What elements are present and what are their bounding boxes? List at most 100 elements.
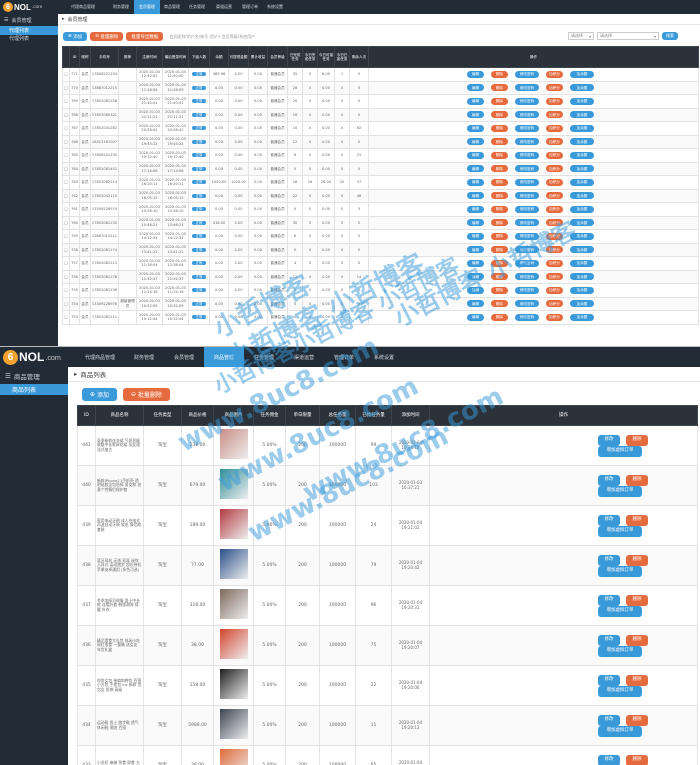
action-button-1[interactable]: 删除 <box>626 434 648 446</box>
action-button-4[interactable]: 加余额 <box>570 219 594 227</box>
action-button-1[interactable]: 删除 <box>626 514 648 526</box>
status-pill[interactable]: 正常 <box>191 193 207 198</box>
nav-item-2[interactable]: 会员管理 <box>134 0 160 14</box>
table-row[interactable]: □ 763 会员 17852082214 2020-01-03 16:20:11 2020… <box>62 175 699 190</box>
action-button-3[interactable]: 加积分 <box>546 232 563 240</box>
cell-col-0[interactable]: □ <box>62 310 70 325</box>
table-row[interactable]: 433小龙虾 麻辣 熟食 即食 大号 真空 包装 零食 特产淘宝38.00 5.0… <box>77 745 698 765</box>
action-button-1[interactable]: 删除 <box>491 84 508 92</box>
cell-col-0[interactable]: □ <box>62 269 70 284</box>
status-pill[interactable]: 正常 <box>191 274 207 279</box>
action-button-3[interactable]: 加积分 <box>546 124 563 132</box>
action-button-0[interactable]: 修改 <box>598 554 620 566</box>
action-button-2[interactable]: 增加虚拟订单 <box>598 605 642 617</box>
action-button-1[interactable]: 删除 <box>491 138 508 146</box>
action-button-2[interactable]: 修改密码 <box>515 178 539 186</box>
action-button-2[interactable]: 修改密码 <box>515 246 539 254</box>
nav-item-4[interactable]: 任务管理 <box>244 347 284 367</box>
logo[interactable]: 6 NOL .com <box>0 2 58 12</box>
action-button-0[interactable]: 修改 <box>598 594 620 606</box>
table-row[interactable]: 439 家用电动牙刷 成人充电式声波自动牙刷 软毛 情侣款 套装 淘宝 189.00 5… <box>77 505 698 546</box>
cell-col-0[interactable]: □ <box>62 161 70 176</box>
action-button-4[interactable]: 加余额 <box>570 232 594 240</box>
action-button-2[interactable]: 修改密码 <box>515 219 539 227</box>
table-row[interactable]: □ 759 会员 13887015211 2020-01-03 14:12:34 2020… <box>62 229 699 244</box>
action-button-4[interactable]: 加余额 <box>570 70 594 78</box>
nav-item-6[interactable]: 管理订单 <box>324 347 364 367</box>
table-row[interactable]: □ 754 会员 13309228976 超级管理员 2020-01-03 10:52:0… <box>62 296 699 311</box>
action-button-0[interactable]: 编辑 <box>467 138 484 146</box>
status-pill[interactable]: 正常 <box>191 112 207 117</box>
table-row[interactable]: □ 766 会员 18312161007 2020-01-03 19:45:22 2020… <box>62 134 699 149</box>
action-button-0[interactable]: 编辑 <box>467 84 484 92</box>
action-button-1[interactable]: 删除 <box>626 754 648 765</box>
table-row[interactable]: 437 冬季加厚羽绒服 男士中长款 连帽外套 韩版潮流 保暖 外衣 淘宝 318.00… <box>77 585 698 626</box>
action-button-3[interactable]: 加积分 <box>546 165 563 173</box>
table-row[interactable]: □ 768 会员 17852080321 2020-01-03 21:11:21 2020… <box>62 107 699 122</box>
cell-col-0[interactable]: □ <box>62 175 70 190</box>
action-button-3[interactable]: 加积分 <box>546 259 563 267</box>
action-button-4[interactable]: 加余额 <box>570 165 594 173</box>
action-button-4[interactable]: 加余额 <box>570 192 594 200</box>
action-button-1[interactable]: 删除 <box>491 273 508 281</box>
action-button-0[interactable]: 编辑 <box>467 313 484 321</box>
action-button-2[interactable]: 增加虚拟订单 <box>598 445 642 457</box>
action-button-3[interactable]: 加积分 <box>546 192 563 200</box>
status-pill[interactable]: 正常 <box>191 139 207 144</box>
action-button-2[interactable]: 增加虚拟订单 <box>598 645 642 657</box>
table-row[interactable]: □ 753 会员 17852081211 2020-01-03 10:12:44 2020… <box>62 310 699 325</box>
filter-select-1[interactable]: 请选择 ▾ <box>568 32 594 40</box>
action-button-2[interactable]: 增加虚拟订单 <box>598 565 642 577</box>
product-image[interactable] <box>219 629 248 660</box>
action-button-2[interactable]: 增加虚拟订单 <box>598 685 642 697</box>
sidebar-item-agent-list[interactable]: 代理列表 <box>0 35 58 44</box>
cell-col-0[interactable]: □ <box>62 215 70 230</box>
action-button-3[interactable]: 加积分 <box>546 219 563 227</box>
action-button-1[interactable]: 删除 <box>626 634 648 646</box>
table-row[interactable]: 438 蓝牙耳机 无线 双耳 迷你入耳式 运动跑步 超长待机 苹果安卓通用 (多色… <box>77 545 698 586</box>
action-button-3[interactable]: 加积分 <box>546 151 563 159</box>
nav-item-1[interactable]: 财务管理 <box>108 0 134 14</box>
action-button-2[interactable]: 修改密码 <box>515 138 539 146</box>
table-row[interactable]: □ 769 会员 17852081258 2020-01-03 21:40:41 2020… <box>62 94 699 109</box>
product-image[interactable] <box>219 669 248 700</box>
cell-col-0[interactable]: □ <box>62 202 70 217</box>
table-row[interactable]: □ 762 会员 17852042115 2020-01-03 16:05:12 2020… <box>62 188 699 203</box>
action-button-4[interactable]: 加余额 <box>570 246 594 254</box>
table-row[interactable]: 436 精品零食大礼包 休闲小吃 网红零食 一整箱 送女友 年货礼盒 淘宝 38.00… <box>77 625 698 666</box>
action-button-1[interactable]: 删除 <box>491 151 508 159</box>
action-button-0[interactable]: 编辑 <box>467 205 484 213</box>
nav-item-0[interactable]: 代理商品管理 <box>58 0 108 14</box>
action-button-4[interactable]: 加余额 <box>570 97 594 105</box>
table-row[interactable]: □ 765 会员 17856201235 2020-01-03 19:12:40 2020… <box>62 148 699 163</box>
action-button-2[interactable]: 修改密码 <box>515 300 539 308</box>
cell-col-0[interactable]: □ <box>62 256 70 271</box>
action-button-2[interactable]: 修改密码 <box>515 70 539 78</box>
cell-col-0[interactable]: □ <box>62 229 70 244</box>
cell-col-0[interactable]: □ <box>62 148 70 163</box>
action-button-0[interactable]: 编辑 <box>467 192 484 200</box>
table-row[interactable]: □ 760 会员 17852081235 2020-01-03 15:46:21 2020… <box>62 215 699 230</box>
sidebar-item-agent-list-active[interactable]: 代理列表 <box>0 26 58 35</box>
action-button-1[interactable]: 删除 <box>491 246 508 254</box>
action-button-2[interactable]: 修改密码 <box>515 124 539 132</box>
status-pill[interactable]: 正常 <box>191 247 207 252</box>
nav-item-4[interactable]: 任务管理 <box>184 0 210 14</box>
cell-col-0[interactable]: □ <box>62 242 70 257</box>
cell-col-0[interactable]: □ <box>62 121 70 136</box>
action-button-3[interactable]: 加积分 <box>546 300 563 308</box>
action-button-0[interactable]: 编辑 <box>467 259 484 267</box>
product-image[interactable] <box>219 709 248 740</box>
action-button-1[interactable]: 删除 <box>626 674 648 686</box>
action-button-2[interactable]: 增加虚拟订单 <box>598 485 642 497</box>
table-row[interactable]: □ 771 会员 17856221234 2020-01-04 12:40:02 2020… <box>62 67 699 82</box>
product-image[interactable] <box>219 429 248 460</box>
action-button-3[interactable]: 加积分 <box>546 111 563 119</box>
action-button-0[interactable]: 编辑 <box>467 178 484 186</box>
action-button-0[interactable]: 修改 <box>598 634 620 646</box>
action-button-4[interactable]: 加余额 <box>570 273 594 281</box>
action-button-2[interactable]: 修改密码 <box>515 192 539 200</box>
action-button-4[interactable]: 加余额 <box>570 138 594 146</box>
cell-col-0[interactable]: □ <box>62 80 70 95</box>
action-button-0[interactable]: 修改 <box>598 714 620 726</box>
